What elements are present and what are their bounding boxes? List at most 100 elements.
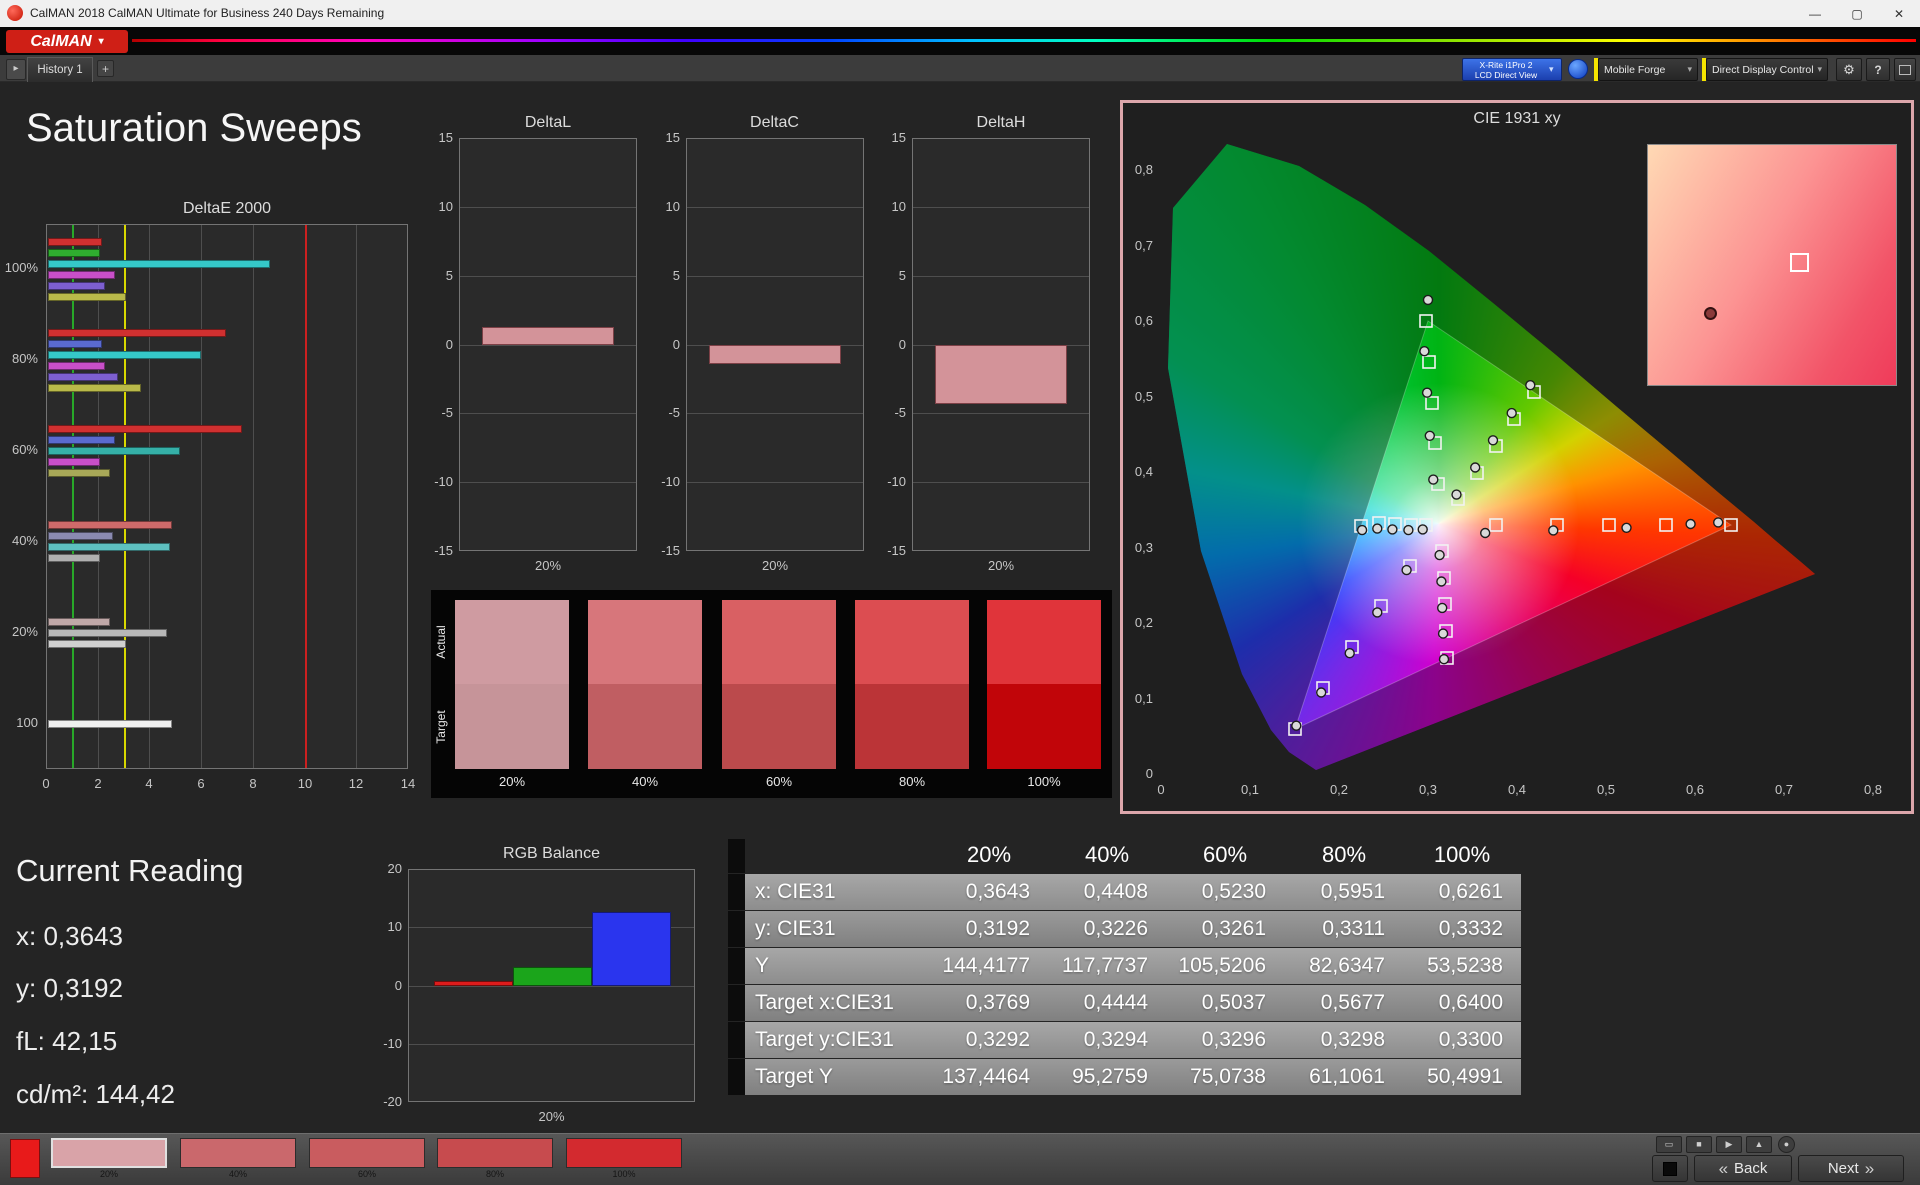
delta-gridline: [460, 413, 636, 414]
stop-measurement-button[interactable]: [1652, 1155, 1688, 1182]
saturation-level-button[interactable]: [566, 1138, 682, 1168]
display-control-button[interactable]: Direct Display Control ▾: [1706, 58, 1828, 81]
deltae-group-label: 60%: [11, 442, 38, 457]
deltae-x-tick-label: 6: [197, 776, 205, 791]
delta-x-label: 20%: [761, 558, 789, 573]
layout-button[interactable]: [1894, 58, 1916, 81]
calman-window: CalMAN 2018 CalMAN Ultimate for Business…: [0, 0, 1920, 1185]
window-titlebar: CalMAN 2018 CalMAN Ultimate for Business…: [0, 0, 1920, 27]
calman-logo-button[interactable]: CalMAN ▾: [6, 30, 128, 53]
target-point: [1422, 355, 1436, 369]
minimize-button[interactable]: —: [1794, 0, 1836, 27]
delta-y-tick-label: 15: [438, 130, 453, 145]
meter-select-button[interactable]: X-Rite i1Pro 2 LCD Direct View ▾: [1462, 58, 1562, 81]
deltae-group-label: 80%: [11, 351, 38, 366]
table-row-label: Target Y: [755, 1065, 833, 1088]
measured-point: [1480, 527, 1491, 539]
cie-x-tick-label: 0,4: [1507, 782, 1527, 797]
back-button[interactable]: « Back: [1694, 1155, 1792, 1182]
table-row-label: Target y:CIE31: [755, 1028, 894, 1051]
delta-gridline: [913, 276, 1089, 277]
deltae-reference-line: [124, 225, 126, 768]
cie-y-tick-label: 0,4: [1134, 464, 1153, 479]
deltae-gridline: [356, 225, 357, 768]
table-cell: 75,0738: [1190, 1065, 1266, 1088]
minimize-icon: —: [1809, 6, 1821, 21]
swatch-label: 20%: [498, 774, 526, 789]
tab-history-1[interactable]: History 1: [27, 57, 93, 82]
source-label: Mobile Forge: [1604, 63, 1666, 76]
chevron-down-icon: ▾: [98, 36, 104, 47]
deltaC-chart-title: DeltaC: [750, 114, 799, 131]
table-cell: 105,5206: [1178, 954, 1266, 977]
deltae-gridline: [98, 225, 99, 768]
rgb-balance-chart-title: RGB Balance: [503, 845, 600, 862]
cie-y-tick-label: 0,7: [1134, 238, 1153, 253]
table-cell: 95,2759: [1072, 1065, 1148, 1088]
delta-y-tick-label: -10: [661, 474, 680, 489]
eject-button[interactable]: ▲: [1746, 1136, 1772, 1153]
cie-y-tick-label: 0: [1145, 766, 1153, 781]
table-row-strip: [728, 874, 745, 910]
display-button[interactable]: ▭: [1656, 1136, 1682, 1153]
measured-point: [1401, 564, 1412, 576]
delta-gridline: [687, 482, 863, 483]
settings-button[interactable]: ⚙: [1836, 58, 1862, 81]
table-cell: 53,5238: [1427, 954, 1503, 977]
target-point: [1489, 518, 1503, 532]
stop-square-icon: [1663, 1161, 1677, 1176]
maximize-button[interactable]: ▢: [1836, 0, 1878, 27]
delta-y-tick-label: 0: [898, 337, 906, 352]
stop-button[interactable]: ■: [1686, 1136, 1712, 1153]
play-button[interactable]: ▶: [1716, 1136, 1742, 1153]
close-icon: ✕: [1893, 6, 1905, 21]
deltae-plot: [46, 224, 408, 769]
deltae-bar: [48, 618, 110, 626]
measured-marker: [1704, 307, 1717, 320]
saturation-level-button[interactable]: [437, 1138, 553, 1168]
table-cell: 0,6261: [1438, 880, 1503, 903]
deltae-bar: [48, 271, 115, 279]
deltae-group-label: 100: [16, 715, 38, 730]
measured-point: [1419, 345, 1430, 357]
source-select-button[interactable]: Mobile Forge ▾: [1598, 58, 1698, 81]
table-cell: 0,6400: [1438, 991, 1503, 1014]
deltae-bar: [48, 282, 105, 290]
play-icon: ▶: [1725, 1139, 1733, 1149]
table-cell: 0,3332: [1438, 917, 1503, 940]
add-tab-button[interactable]: +: [97, 60, 114, 77]
table-cell: 82,6347: [1309, 954, 1385, 977]
measured-point: [1428, 474, 1439, 485]
help-button[interactable]: ?: [1866, 58, 1890, 81]
table-cell: 0,4408: [1083, 880, 1148, 903]
cie-x-tick-label: 0,7: [1774, 782, 1794, 797]
saturation-level-button[interactable]: [309, 1138, 425, 1168]
table-cell: 0,3226: [1083, 917, 1148, 940]
close-button[interactable]: ✕: [1878, 0, 1920, 27]
target-swatch: [722, 684, 836, 769]
table-cell: 0,3192: [965, 917, 1030, 940]
saturation-level-label: 80%: [485, 1169, 504, 1179]
swatch-label: 60%: [765, 774, 793, 789]
measured-point: [1344, 648, 1355, 659]
deltae-bar: [48, 362, 105, 370]
cie-x-tick-label: 0,3: [1418, 782, 1438, 797]
saturation-level-button[interactable]: [51, 1138, 167, 1168]
delta-y-tick-label: 5: [672, 268, 680, 283]
table-cell: 0,5230: [1201, 880, 1266, 903]
target-swatch: [987, 684, 1101, 769]
deltae-bar: [48, 425, 242, 433]
record-button[interactable]: ●: [1778, 1136, 1795, 1153]
table-row-strip: [728, 948, 745, 984]
next-chevron-icon: »: [1864, 1158, 1875, 1178]
measured-point: [1372, 523, 1383, 534]
current-reading-y: y: 0,3192: [16, 973, 123, 1003]
cie-x-tick-label: 0,2: [1329, 782, 1349, 797]
next-button[interactable]: Next »: [1798, 1155, 1904, 1182]
saturation-level-button[interactable]: [180, 1138, 296, 1168]
delta-y-tick-label: 10: [665, 199, 680, 214]
target-swatch: [588, 684, 702, 769]
tab-nav-button[interactable]: ▸: [6, 59, 26, 80]
rgb-x-label: 20%: [538, 1109, 565, 1124]
deltae-x-tick-label: 14: [400, 776, 416, 791]
